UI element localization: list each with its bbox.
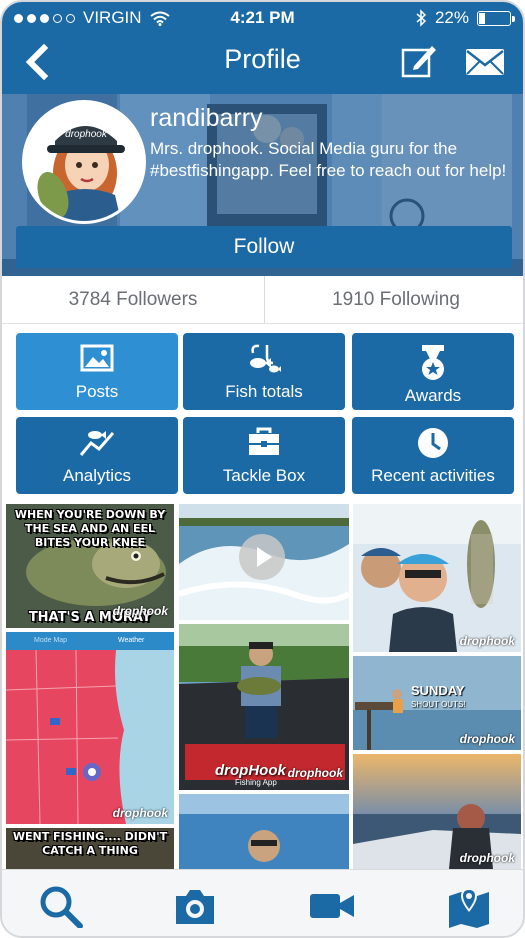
nav-row: Profile	[2, 40, 523, 86]
following-count[interactable]: 1910 Following	[264, 276, 523, 324]
top-bar: VIRGIN 4:21 PM 22% Profile	[2, 2, 523, 94]
cap-logo: drophook	[65, 129, 108, 140]
watermark: drophook	[112, 806, 168, 820]
watermark: drophook	[459, 634, 515, 648]
fish-totals-tile-label: Fish totals	[225, 382, 303, 401]
avatar-illustration: drophook	[25, 103, 143, 221]
meme2-text: WENT FISHING.... DIDN'T CATCH A THING	[12, 830, 168, 857]
envelope-icon[interactable]	[464, 46, 506, 78]
follow-button[interactable]: Follow	[16, 226, 512, 268]
analytics-tile[interactable]: Analytics	[16, 417, 178, 494]
followers-count[interactable]: 3784 Followers	[2, 276, 264, 324]
post-thumbnail[interactable]: drophook	[353, 754, 521, 869]
posts-tile[interactable]: Posts	[16, 333, 178, 410]
phone-screen: VIRGIN 4:21 PM 22% Profile drophook rand…	[0, 0, 525, 938]
compose-icon[interactable]	[400, 42, 438, 80]
recent-activities-tile[interactable]: Recent activities	[352, 417, 514, 494]
status-bar: VIRGIN 4:21 PM 22%	[2, 8, 523, 30]
water-selfie-image	[179, 794, 349, 869]
watermark: drophook	[287, 766, 343, 780]
meme-top-text: WHEN YOU'RE DOWN BY THE SEA AND AN EEL B…	[14, 508, 166, 549]
image-icon	[80, 344, 114, 372]
awards-tile[interactable]: Awards	[352, 333, 514, 410]
toolbox-icon	[249, 427, 279, 455]
page-title: Profile	[224, 44, 301, 74]
chart-fish-icon	[79, 431, 115, 456]
map-tab-right: Weather	[118, 637, 145, 644]
banner-subtitle: Fishing App	[235, 778, 277, 787]
post-thumbnail[interactable]: drophook	[353, 504, 521, 652]
post-thumbnail[interactable]: WENT FISHING.... DIDN'T CATCH A THING	[6, 828, 174, 869]
sunday-subtitle: SHOUT OUTS!	[411, 700, 466, 709]
post-thumbnail[interactable]	[179, 794, 349, 869]
map-tab-left: Mode Map	[34, 637, 68, 644]
post-thumbnail[interactable]: Mode Map Weather drophook	[6, 632, 174, 824]
weather-map	[6, 650, 174, 824]
tackle-box-tile[interactable]: Tackle Box	[183, 417, 345, 494]
bottom-tab-bar	[2, 869, 523, 936]
app-banner: dropHook	[215, 762, 286, 779]
posts-grid: WHEN YOU'RE DOWN BY THE SEA AND AN EEL B…	[6, 504, 521, 869]
analytics-tile-label: Analytics	[62, 466, 132, 485]
sunday-shoutout: SUNDAY SHOUT OUTS!	[411, 684, 466, 712]
bluetooth-icon	[416, 9, 427, 27]
profile-bio: Mrs. drophook. Social Media guru for the…	[150, 139, 507, 180]
map-pin-icon[interactable]	[446, 884, 492, 928]
awards-tile-label: Awards	[404, 386, 462, 405]
status-right: 22%	[415, 8, 515, 28]
banner-text: dropHook	[215, 762, 286, 779]
battery-level	[479, 12, 485, 24]
selfie-image	[353, 504, 521, 652]
video-icon[interactable]	[308, 884, 356, 928]
clock-icon	[418, 428, 448, 458]
profile-menu: Posts Fish totals Awards Analytics Tackl…	[16, 333, 514, 495]
watermark: drophook	[459, 851, 515, 865]
post-thumbnail[interactable]: SUNDAY SHOUT OUTS! drophook	[353, 656, 521, 750]
tackle-box-tile-label: Tackle Box	[222, 466, 306, 485]
map-tabs: Mode Map Weather	[6, 632, 174, 650]
sunday-title: SUNDAY	[411, 683, 465, 698]
battery-percent: 22%	[434, 8, 469, 27]
medal-icon	[422, 345, 444, 380]
watermark: drophook	[459, 732, 515, 746]
post-thumbnail[interactable]: WHEN YOU'RE DOWN BY THE SEA AND AN EEL B…	[6, 504, 174, 628]
camera-icon[interactable]	[172, 884, 218, 928]
play-icon[interactable]	[239, 534, 285, 580]
profile-header: drophook randibarry Mrs. drophook. Socia…	[2, 94, 523, 276]
posts-tile-label: Posts	[75, 382, 119, 401]
video-thumbnail[interactable]	[179, 504, 349, 620]
search-icon[interactable]	[38, 884, 84, 928]
fish-hook-icon	[250, 344, 281, 373]
fish-totals-tile[interactable]: Fish totals	[183, 333, 345, 410]
avatar[interactable]: drophook	[22, 100, 146, 224]
follow-counts: 3784 Followers 1910 Following	[2, 276, 523, 324]
post-thumbnail[interactable]: dropHook Fishing App drophook	[179, 624, 349, 790]
watermark: drophook	[112, 604, 168, 618]
profile-username: randibarry	[150, 104, 263, 132]
recent-activities-tile-label: Recent activities	[371, 466, 495, 485]
battery-icon	[477, 10, 515, 26]
